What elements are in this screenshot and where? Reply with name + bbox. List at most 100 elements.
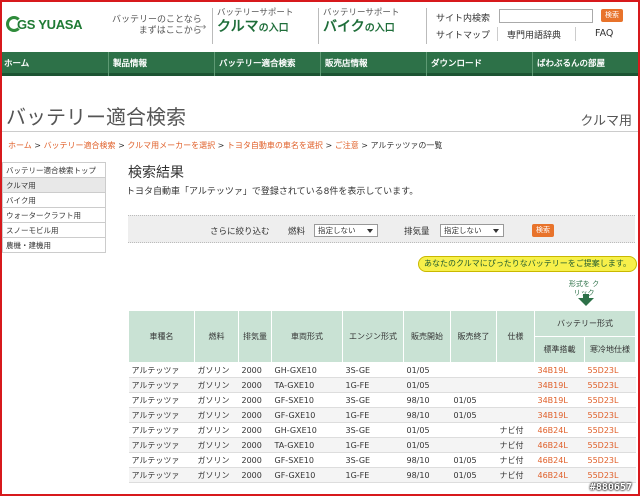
cell-displacement: 2000 bbox=[238, 422, 272, 438]
cell-sales-start: 98/10 bbox=[403, 392, 451, 408]
cell-displacement: 2000 bbox=[238, 437, 272, 453]
divider bbox=[497, 27, 498, 41]
breadcrumb-car-name[interactable]: トヨタ自動車の車名を選択 bbox=[227, 141, 323, 150]
cell-battery-cold[interactable]: 55D23L bbox=[584, 437, 636, 453]
car-entry-link[interactable]: バッテリーサポート クルマの入口 bbox=[212, 8, 318, 44]
breadcrumb-notice[interactable]: ご注意 bbox=[335, 141, 359, 150]
cell-vehicle-type: GF-GXE10 bbox=[271, 467, 343, 483]
cell-model: アルテッツァ bbox=[128, 407, 195, 423]
breadcrumb-current: アルテッツァの一覧 bbox=[370, 141, 443, 150]
cell-sales-start: 01/05 bbox=[403, 377, 451, 393]
filter-search-button[interactable]: 検索 bbox=[532, 224, 554, 237]
cell-battery-standard[interactable]: 46B24L bbox=[534, 467, 585, 483]
proposal-banner[interactable]: あなたのクルマにぴったりなバッテリーをご提案します。 bbox=[418, 256, 637, 272]
table-row: アルテッツァ ガソリン 2000 GF-SXE10 3S-GE 98/10 01/05 ナビ付… bbox=[128, 452, 636, 468]
cell-vehicle-type: TA-GXE10 bbox=[271, 437, 343, 453]
sidebar: バッテリー適合検索トップ クルマ用 バイク用 ウォータークラフト用 スノーモビル… bbox=[2, 162, 106, 253]
cell-sales-start: 01/05 bbox=[403, 437, 451, 453]
intro-link[interactable]: バッテリーのことなら まずはここから bbox=[112, 15, 202, 37]
sidebar-item-bike[interactable]: バイク用 bbox=[3, 193, 105, 208]
results-description: トヨタ自動車「アルテッツァ」で登録されている8件を表示しています。 bbox=[126, 187, 419, 197]
col-header-cold-region: 寒冷地仕様 bbox=[584, 336, 636, 363]
cell-battery-standard[interactable]: 34B19L bbox=[534, 407, 585, 423]
cell-sales-start: 01/05 bbox=[403, 362, 451, 378]
sidebar-item-car[interactable]: クルマ用 bbox=[3, 178, 105, 193]
page-title: バッテリー適合検索 bbox=[6, 105, 186, 129]
bike-entry-caption: バッテリーサポート bbox=[323, 8, 400, 18]
bike-entry-link[interactable]: バッテリーサポート バイクの入口 bbox=[318, 8, 424, 44]
nav-item-download[interactable]: ダウンロード bbox=[426, 52, 532, 76]
down-arrow-icon bbox=[578, 298, 594, 306]
cell-fuel: ガソリン bbox=[194, 392, 239, 408]
breadcrumb-home[interactable]: ホーム bbox=[8, 141, 32, 150]
cell-sales-end: 01/05 bbox=[450, 407, 497, 423]
displacement-label: 排気量 bbox=[404, 227, 430, 237]
nav-item-dealers[interactable]: 販売店情報 bbox=[320, 52, 426, 76]
breadcrumb: ホーム > バッテリー適合検索 > クルマ用メーカーを選択 > トヨタ自動車の車… bbox=[8, 140, 442, 151]
cell-displacement: 2000 bbox=[238, 362, 272, 378]
cell-sales-end: 01/05 bbox=[450, 467, 497, 483]
cell-sales-start: 98/10 bbox=[403, 452, 451, 468]
sidebar-item-machinery[interactable]: 農機・建機用 bbox=[3, 238, 105, 253]
sidebar-item-search-top[interactable]: バッテリー適合検索トップ bbox=[3, 163, 105, 178]
sidebar-item-watercraft[interactable]: ウォータークラフト用 bbox=[3, 208, 105, 223]
utility-area: サイト内検索 検索 サイトマップ 専門用語辞典 FAQ bbox=[426, 8, 636, 44]
col-header-displacement: 排気量 bbox=[238, 310, 272, 363]
car-entry-caption: バッテリーサポート bbox=[217, 8, 294, 18]
cell-fuel: ガソリン bbox=[194, 422, 239, 438]
cell-battery-cold[interactable]: 55D23L bbox=[584, 422, 636, 438]
nav-item-products[interactable]: 製品情報 bbox=[108, 52, 214, 76]
breadcrumb-separator: > bbox=[322, 141, 335, 150]
cell-model: アルテッツァ bbox=[128, 422, 195, 438]
cell-battery-cold[interactable]: 55D23L bbox=[584, 392, 636, 408]
cell-sales-start: 98/10 bbox=[403, 407, 451, 423]
cell-engine: 1G-FE bbox=[342, 467, 404, 483]
cell-vehicle-type: GF-SXE10 bbox=[271, 452, 343, 468]
sidebar-item-snowmobile[interactable]: スノーモビル用 bbox=[3, 223, 105, 238]
glossary-link[interactable]: 専門用語辞典 bbox=[507, 28, 561, 41]
displacement-select[interactable]: 指定しない bbox=[440, 224, 504, 237]
site-search-input[interactable] bbox=[499, 9, 593, 23]
col-header-standard: 標準搭載 bbox=[534, 336, 585, 363]
breadcrumb-maker[interactable]: クルマ用メーカーを選択 bbox=[127, 141, 215, 150]
cell-sales-end: 01/05 bbox=[450, 452, 497, 468]
cell-spec: ナビ付 bbox=[496, 422, 535, 438]
cell-battery-cold[interactable]: 55D23L bbox=[584, 452, 636, 468]
cell-spec: ナビ付 bbox=[496, 437, 535, 453]
sitemap-link[interactable]: サイトマップ bbox=[436, 28, 490, 41]
nav-item-home[interactable]: ホーム bbox=[2, 52, 108, 76]
cell-battery-standard[interactable]: 46B24L bbox=[534, 422, 585, 438]
gs-yuasa-logo[interactable]: GS YUASA bbox=[6, 14, 84, 34]
site-header: GS YUASA バッテリーのことなら まずはここから → バッテリーサポート … bbox=[2, 2, 638, 52]
table-row: アルテッツァ ガソリン 2000 GF-GXE10 1G-FE 98/10 01/05 34B… bbox=[128, 407, 636, 423]
results-title: 検索結果 bbox=[128, 165, 184, 181]
cell-battery-standard[interactable]: 34B19L bbox=[534, 392, 585, 408]
cell-model: アルテッツァ bbox=[128, 377, 195, 393]
cell-battery-cold[interactable]: 55D23L bbox=[584, 377, 636, 393]
breadcrumb-battery-search[interactable]: バッテリー適合検索 bbox=[44, 141, 116, 150]
fuel-select[interactable]: 指定しない bbox=[314, 224, 378, 237]
col-header-model: 車種名 bbox=[128, 310, 195, 363]
cell-vehicle-type: GF-SXE10 bbox=[271, 392, 343, 408]
cell-sales-end bbox=[450, 422, 497, 438]
cell-battery-standard[interactable]: 34B19L bbox=[534, 362, 585, 378]
cell-fuel: ガソリン bbox=[194, 407, 239, 423]
cell-battery-cold[interactable]: 55D23L bbox=[584, 407, 636, 423]
faq-link[interactable]: FAQ bbox=[595, 28, 613, 39]
cell-model: アルテッツァ bbox=[128, 467, 195, 483]
cell-battery-standard[interactable]: 34B19L bbox=[534, 377, 585, 393]
intro-arrow-icon: → bbox=[198, 22, 207, 33]
cell-battery-standard[interactable]: 46B24L bbox=[534, 452, 585, 468]
cell-battery-cold[interactable]: 55D23L bbox=[584, 467, 636, 483]
breadcrumb-separator: > bbox=[31, 141, 44, 150]
nav-item-room[interactable]: ばわぶるんの部屋 bbox=[532, 52, 638, 76]
cell-battery-cold[interactable]: 55D23L bbox=[584, 362, 636, 378]
cell-displacement: 2000 bbox=[238, 452, 272, 468]
cell-sales-start: 01/05 bbox=[403, 422, 451, 438]
cell-engine: 3S-GE bbox=[342, 362, 404, 378]
cell-sales-end bbox=[450, 362, 497, 378]
nav-item-battery-search[interactable]: バッテリー適合検索 bbox=[214, 52, 320, 76]
col-header-vehicle-type: 車両形式 bbox=[271, 310, 343, 363]
cell-battery-standard[interactable]: 46B24L bbox=[534, 437, 585, 453]
site-search-button[interactable]: 検索 bbox=[601, 9, 623, 22]
